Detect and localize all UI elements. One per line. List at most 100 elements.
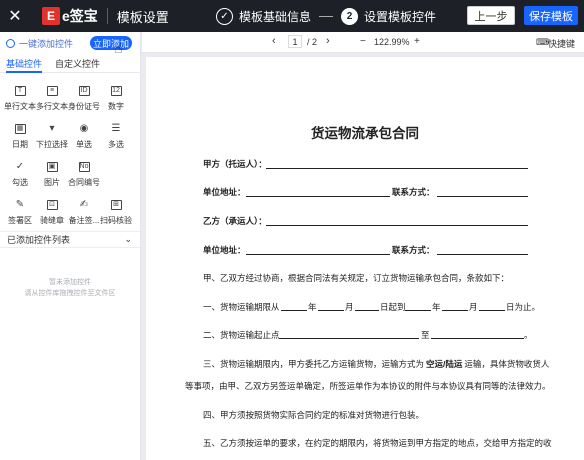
- control-item[interactable]: ID 身份证号: [68, 86, 100, 112]
- document-toolbar: ‹ 1 / 2 › − 122.99% + ⌨ 快捷键: [142, 32, 584, 53]
- close-icon[interactable]: ✕: [0, 0, 30, 32]
- paragraph-2-label: 二、货物运输起止点: [203, 330, 280, 340]
- end-month-field[interactable]: [442, 310, 468, 311]
- start-year-field[interactable]: [281, 310, 307, 311]
- step-2-number: 2: [341, 7, 359, 25]
- control-item[interactable]: ✍ 备注签...: [68, 200, 100, 226]
- control-item[interactable]: 12 数字: [101, 86, 131, 112]
- paragraph-3-part-a: 三、货物运输期限内，甲方委托乙方运输货物，运输方式为: [203, 359, 425, 369]
- save-template-button[interactable]: 保存模板: [524, 6, 578, 25]
- unit-address-label-1: 单位地址：: [203, 187, 246, 197]
- control-item[interactable]: ◉ 单选: [69, 124, 99, 150]
- control-label: 身份证号: [68, 102, 100, 111]
- step-indicator: ✓ 模板基础信息 2 设置模板控件: [216, 0, 436, 32]
- quick-add-button[interactable]: 立即添加: [90, 36, 132, 50]
- paragraph-intro: 甲、乙双方经过协商，根据合同法有关规定，订立货物运输承包合同，条款如下：: [203, 273, 510, 283]
- control-panel: 一键添加控件 立即添加 ☝ 基础控件 自定义控件 T 单行文本 ≡ 多行文本 ID 身份证…: [0, 32, 141, 460]
- paragraph-4: 四、甲方须按照货物实际合同约定的标准对货物进行包装。: [203, 410, 425, 420]
- end-year-field[interactable]: [405, 310, 431, 311]
- contact-label-1: 联系方式：: [392, 187, 435, 197]
- month-label-1: 月: [345, 302, 354, 312]
- period-mark: 。: [524, 330, 533, 340]
- tab-custom-controls[interactable]: 自定义控件: [55, 57, 100, 72]
- chevron-down-icon[interactable]: ⌄: [124, 234, 132, 245]
- month-label-2: 月: [469, 302, 478, 312]
- document-page[interactable]: 货运物流承包合同 甲方（托运人）： 单位地址： 联系方式： 乙方（承运人）： 单…: [146, 57, 584, 460]
- control-icon: ▣: [46, 162, 58, 172]
- control-tabs: 基础控件 自定义控件: [0, 57, 140, 73]
- end-day-field[interactable]: [479, 310, 505, 311]
- party-b-label: 乙方（承运人）：: [203, 216, 267, 226]
- start-day-field[interactable]: [355, 310, 379, 311]
- contact-field-1[interactable]: [437, 196, 528, 197]
- empty-line-1: 暂未添加控件: [49, 279, 91, 286]
- transport-mode: 空运/陆运: [426, 359, 463, 369]
- control-label: 图片: [44, 178, 60, 187]
- paragraph-3-part-b: 运输，具体货物收货人: [464, 359, 550, 369]
- party-a-field[interactable]: [266, 168, 528, 169]
- control-label: 下拉选择: [36, 140, 68, 149]
- control-label: 单选: [76, 140, 92, 149]
- destination-field[interactable]: [431, 338, 524, 339]
- paragraph-5: 五、乙方须按运单的要求，在约定的期限内，将货物运到甲方指定的地点，交给甲方指定的…: [203, 438, 552, 448]
- step-2-label: 设置模板控件: [364, 9, 437, 24]
- zoom-out-icon[interactable]: −: [360, 36, 366, 47]
- control-item[interactable]: ▣ 图片: [37, 162, 67, 188]
- control-icon: ≡: [46, 86, 58, 96]
- empty-state: 暂未添加控件 请从控件库拖拽控件至文件区: [0, 277, 140, 299]
- control-icon: ✓: [15, 161, 25, 172]
- prev-page-icon[interactable]: ‹: [272, 35, 276, 47]
- added-controls-header[interactable]: 已添加控件列表 ⌄: [0, 231, 140, 248]
- control-item[interactable]: ⊡ 骑缝章: [37, 200, 67, 226]
- control-icon: ID: [78, 86, 90, 96]
- control-label: 数字: [108, 102, 124, 111]
- next-page-icon[interactable]: ›: [326, 35, 330, 47]
- control-label: 多行文本: [36, 102, 68, 111]
- control-label: 扫码核验: [100, 216, 132, 225]
- prev-step-button[interactable]: 上一步: [467, 6, 515, 25]
- divider: [106, 8, 108, 24]
- control-icon: ☰: [111, 123, 121, 134]
- control-label: 多选: [108, 140, 124, 149]
- start-month-field[interactable]: [318, 310, 344, 311]
- unit-address-field-2[interactable]: [246, 254, 390, 255]
- control-item[interactable]: ▦ 日期: [5, 124, 35, 150]
- control-item[interactable]: No 合同编号: [68, 162, 100, 188]
- party-b-field[interactable]: [266, 225, 528, 226]
- control-item[interactable]: ✓ 勾选: [5, 162, 35, 188]
- contact-field-2[interactable]: [437, 254, 528, 255]
- control-icon: ✎: [15, 199, 25, 210]
- control-item[interactable]: ▾ 下拉选择: [36, 123, 68, 150]
- control-label: 合同编号: [68, 178, 100, 187]
- to-label: 至: [421, 330, 430, 340]
- control-empty-slot: [101, 162, 131, 188]
- control-item[interactable]: ☰ 多选: [101, 124, 131, 150]
- control-icon: ⊡: [46, 200, 58, 210]
- quick-add-label: 一键添加控件: [19, 38, 74, 49]
- unit-address-label-2: 单位地址：: [203, 245, 246, 255]
- page-number-input[interactable]: 1: [288, 35, 302, 48]
- logo-text: e签宝: [62, 8, 98, 24]
- zoom-in-icon[interactable]: +: [414, 36, 420, 47]
- magic-icon: [6, 38, 15, 48]
- control-icon: No: [78, 162, 90, 172]
- control-label: 骑缝章: [40, 216, 64, 225]
- tab-basic-controls[interactable]: 基础控件: [6, 57, 43, 73]
- year-label-1: 年: [308, 302, 317, 312]
- control-label: 备注签...: [68, 216, 100, 225]
- check-icon: ✓: [216, 7, 233, 25]
- shortcut-label[interactable]: 快捷键: [548, 37, 575, 50]
- day-label-2: 日为止。: [506, 302, 541, 312]
- control-icon: ⊞: [110, 200, 122, 210]
- origin-field[interactable]: [279, 338, 419, 339]
- control-icon: ▾: [49, 123, 55, 134]
- control-item[interactable]: ⊞ 扫码核验: [100, 200, 132, 226]
- logo-mark: E: [42, 7, 60, 25]
- unit-address-field-1[interactable]: [246, 196, 390, 197]
- year-label-2: 年: [432, 302, 441, 312]
- step-connector: [319, 15, 334, 17]
- control-item[interactable]: ≡ 多行文本: [36, 86, 68, 112]
- top-bar: ✕ E e签宝 模板设置 ✓ 模板基础信息 2 设置模板控件 上一步 保存模板: [0, 0, 584, 32]
- control-item[interactable]: T 单行文本: [4, 86, 36, 112]
- control-item[interactable]: ✎ 签署区: [5, 200, 35, 226]
